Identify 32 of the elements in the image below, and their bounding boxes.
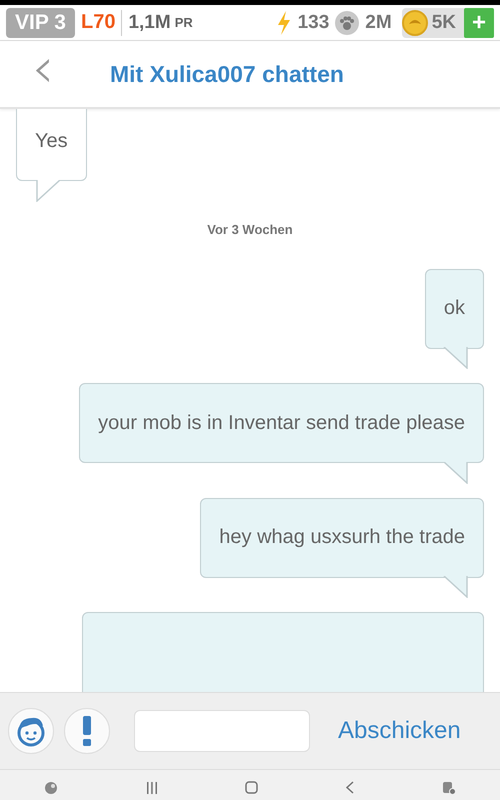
exclamation-icon — [82, 716, 92, 746]
chat-title: Mit Xulica007 chatten — [110, 60, 344, 88]
bubble-tail — [442, 347, 468, 369]
send-button[interactable]: Abschicken — [338, 717, 461, 745]
paws-value: 2M — [365, 12, 392, 34]
back-icon[interactable] — [346, 781, 354, 794]
app-icon[interactable] — [44, 780, 58, 794]
back-button[interactable]: ‹ — [28, 41, 58, 107]
home-icon[interactable] — [245, 781, 258, 794]
bubble-tail — [36, 180, 62, 202]
screenshot-icon[interactable] — [442, 780, 456, 794]
message-bubble: Yes — [16, 109, 87, 181]
level-label: L70 — [80, 11, 116, 34]
bubble-tail — [442, 462, 468, 484]
message-input[interactable] — [134, 710, 310, 752]
coin-icon — [402, 10, 428, 36]
vip-badge[interactable]: VIP 3 — [6, 8, 75, 38]
report-button[interactable] — [64, 708, 110, 754]
add-button[interactable]: + — [464, 8, 494, 38]
bubble-tail — [442, 576, 468, 598]
lightning-icon — [276, 10, 292, 34]
recents-icon[interactable] — [146, 782, 158, 794]
power-unit: PR — [174, 15, 193, 30]
paw-icon — [335, 10, 360, 34]
power-value: 1,1M — [128, 12, 171, 34]
energy-value: 133 — [298, 12, 330, 34]
message-bubble: ok — [424, 268, 484, 348]
message-bubble: hey whag usxsurh the trade — [200, 498, 484, 578]
coins-value: 5K — [432, 12, 456, 34]
message-bubble: your mob is in Inventar send trade please — [79, 383, 484, 463]
avatar-button[interactable] — [8, 708, 54, 754]
timestamp: Vor 3 Wochen — [207, 222, 293, 236]
